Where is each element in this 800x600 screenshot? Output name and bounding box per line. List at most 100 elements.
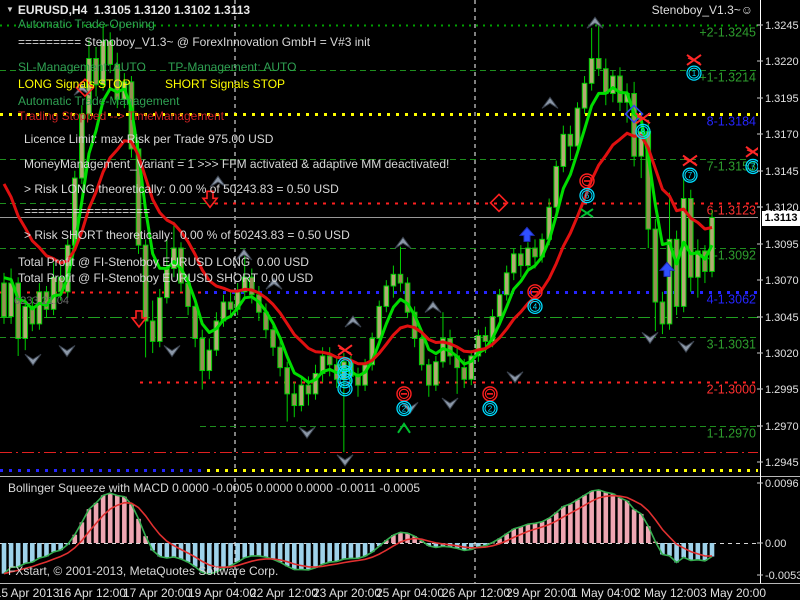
- candle-body: [2, 283, 7, 317]
- ea-line-init: ========= Stenoboy_V1.3~ @ ForexInnovati…: [18, 36, 370, 49]
- ea-watermark: Stenoboy_V1.3~☺: [652, 4, 753, 17]
- mt4-chart-window: +2-1.3245+1-1.32148-1.31847-1.31536-1.31…: [0, 0, 800, 600]
- tp-level-number: 7: [688, 171, 693, 180]
- time-axis-label: 25 Apr 04:00: [376, 586, 444, 600]
- indicator-histogram-bar: [313, 543, 318, 568]
- level-label: 1-1.2970: [707, 427, 756, 441]
- tp-level-number: 2: [402, 404, 407, 413]
- indicator-histogram-bar: [625, 501, 630, 543]
- indicator-histogram-bar: [589, 491, 594, 543]
- copyright-label: FXstart, © 2001-2013, MetaQuotes Softwar…: [8, 565, 278, 578]
- indicator-histogram-bar: [582, 495, 587, 543]
- price-tick-label: 1.2995: [765, 384, 799, 396]
- time-axis-label: 26 Apr 12:00: [442, 586, 510, 600]
- level-label: 4-1.3062: [707, 293, 756, 307]
- ea-line-trading-stopped: Trading Stopped --> TimeManagement: [18, 110, 224, 123]
- candle-body: [306, 385, 311, 394]
- time-axis-label: 22 Apr 12:00: [250, 586, 318, 600]
- time-axis-label: 3 May 20:00: [700, 586, 766, 600]
- indicator-histogram-bar: [618, 498, 623, 543]
- candle-body: [688, 199, 693, 278]
- candle-body: [674, 239, 679, 306]
- ea-line-profit-long: Total Profit @ FI-Stenoboy EURUSD LONG 0…: [18, 256, 309, 269]
- indicator-tick-label: -0.0053: [765, 570, 800, 582]
- chart-title: ▼EURUSD,H4 1.3105 1.3120 1.3102 1.3113: [6, 3, 250, 17]
- price-tick-label: 1.3195: [765, 93, 799, 105]
- price-tick-label: 1.3145: [765, 166, 799, 178]
- indicator-histogram-bar: [554, 513, 559, 543]
- indicator-tick-label: 0.0096: [765, 478, 799, 490]
- stop-signal-icon: [528, 285, 542, 299]
- level-label: 2-1.3000: [707, 383, 756, 397]
- current-price-badge: 1.3113: [762, 211, 800, 226]
- chevron-down-icon[interactable]: ▼: [6, 3, 14, 16]
- tp-level-number: 3: [343, 369, 348, 378]
- candle-body: [497, 295, 502, 317]
- indicator-histogram-bar: [30, 543, 35, 562]
- indicator-histogram-bar: [568, 504, 573, 543]
- candle-body: [377, 306, 382, 338]
- candle-body: [299, 385, 304, 405]
- indicator-histogram-bar: [710, 543, 715, 557]
- candle-body: [611, 76, 616, 93]
- indicator-histogram-bar: [23, 543, 28, 563]
- candle-body: [554, 166, 559, 207]
- price-tick-label: 1.3245: [765, 20, 799, 32]
- indicator-histogram-bar: [44, 543, 49, 556]
- indicator-histogram-bar: [526, 524, 531, 543]
- tp-level-badge: 2: [483, 401, 497, 415]
- indicator-histogram-bar: [667, 543, 672, 556]
- time-axis-label: 16 Apr 12:00: [58, 586, 126, 600]
- tp-level-badge: 6: [580, 189, 594, 203]
- ea-line-profit-short: Total Profit @ FI-Stenoboy EURUSD SHORT …: [18, 272, 313, 285]
- stop-signal-icon: [483, 387, 497, 401]
- tp-level-number: 4: [533, 302, 538, 311]
- candle-body: [427, 365, 432, 385]
- ea-line-long-signals: LONG Signals STOP: [18, 78, 131, 91]
- indicator-histogram-bar: [165, 543, 170, 558]
- candle-body: [356, 376, 361, 385]
- indicator-histogram-bar: [604, 492, 609, 543]
- candle-body: [561, 134, 566, 166]
- indicator-histogram-bar: [561, 506, 566, 543]
- candle-body: [285, 368, 290, 394]
- candle-body: [681, 199, 686, 307]
- candle-body: [228, 302, 233, 309]
- candle-body: [504, 273, 509, 295]
- indicator-histogram-bar: [115, 496, 120, 543]
- ea-line-trade-opening: Automatic Trade-Opening: [18, 18, 155, 31]
- level-label: +2-1.3245: [699, 26, 756, 40]
- stop-signal-icon: [397, 387, 411, 401]
- indicator-histogram-bar: [228, 543, 233, 566]
- candle-body: [434, 362, 439, 385]
- indicator-histogram-bar: [292, 543, 297, 570]
- ea-line-money-mgmt: MoneyManagement_Variant = 1 >>> FFM acti…: [24, 158, 449, 171]
- indicator-histogram-bar: [363, 543, 368, 556]
- tp-level-number: 1: [692, 69, 697, 78]
- candle-body: [511, 254, 516, 273]
- ea-line-risk-long: > Risk LONG theoretically: 0.00 % of 502…: [24, 183, 339, 196]
- indicator-tick-label: 0.00: [765, 538, 786, 550]
- candle-body: [596, 59, 601, 69]
- time-axis-label: 1 May 04:00: [571, 586, 637, 600]
- indicator-histogram-bar: [101, 495, 106, 543]
- candle-body: [604, 69, 609, 94]
- tp-level-badge: 2: [397, 401, 411, 415]
- indicator-histogram-bar: [696, 543, 701, 560]
- ea-line-short-signals: SHORT Signals STOP: [165, 78, 285, 91]
- candle-body: [526, 248, 531, 265]
- time-axis-label: 19 Apr 04:00: [188, 586, 256, 600]
- ea-line-trade-mgmt: Automatic Trade-Management: [18, 95, 179, 108]
- indicator-histogram-bar: [235, 543, 240, 562]
- tp-level-badge: 7: [683, 168, 697, 182]
- candle-body: [660, 302, 665, 324]
- tp-level-badge: 8: [636, 124, 650, 138]
- indicator-histogram-bar: [37, 543, 42, 558]
- candle-body: [391, 274, 396, 286]
- price-tick-label: 1.3170: [765, 129, 799, 141]
- time-axis-label: 17 Apr 20:00: [123, 586, 191, 600]
- candle-body: [384, 286, 389, 306]
- indicator-histogram-bar: [533, 523, 538, 543]
- indicator-histogram-bar: [271, 543, 276, 559]
- candle-body: [419, 338, 424, 364]
